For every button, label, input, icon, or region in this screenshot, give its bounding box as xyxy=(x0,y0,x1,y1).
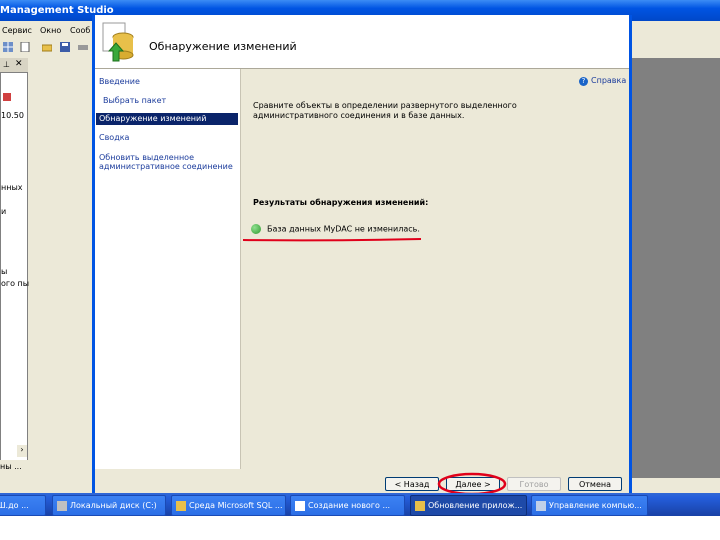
help-label: Справка xyxy=(591,76,627,85)
tree-item[interactable]: нных xyxy=(1,183,23,192)
toolbar-save-icon[interactable] xyxy=(60,42,70,52)
instructions-text: Сравните объекты в определении развернут… xyxy=(253,101,553,121)
nav-item-update-line2[interactable]: административное соединение xyxy=(99,162,233,171)
tree-item[interactable]: ы xyxy=(1,267,7,276)
drive-icon xyxy=(57,500,67,511)
scroll-right-arrow-icon[interactable]: › xyxy=(17,445,27,457)
dialog-button-bar: < Назад Далее > Готово Отмена xyxy=(95,469,629,493)
taskbar: Ш.до ... Локальный диск (C:) Среда Micro… xyxy=(0,493,720,516)
menu-item-service[interactable]: Сервис xyxy=(2,26,32,35)
database-update-icon xyxy=(102,22,134,62)
result-row: База данных МуDAC не изменилась. xyxy=(251,224,420,234)
taskbar-item[interactable]: Создание нового ... xyxy=(290,495,405,516)
server-icon xyxy=(3,93,11,101)
dialog-title: Обнаружение изменений xyxy=(149,40,297,53)
finish-button: Готово xyxy=(507,477,561,491)
menu-item-window[interactable]: Окно xyxy=(40,26,61,35)
sql-studio-icon xyxy=(176,500,186,511)
nav-item-introduction[interactable]: Введение xyxy=(99,77,140,86)
tree-item[interactable]: 10.50 xyxy=(1,111,24,120)
instructions-line: административного соединения и в базе да… xyxy=(253,111,465,120)
close-icon[interactable]: ✕ xyxy=(15,59,23,69)
taskbar-item-label: Ш.до ... xyxy=(0,501,29,510)
instructions-line: Сравните объекты в определении развернут… xyxy=(253,101,517,110)
object-explorer-header: ⊥ ✕ xyxy=(0,58,28,73)
result-message: База данных МуDAC не изменилась. xyxy=(267,224,420,234)
success-check-icon xyxy=(251,224,261,234)
taskbar-item[interactable]: Локальный диск (C:) xyxy=(52,495,166,516)
help-link[interactable]: ? Справка xyxy=(579,76,626,86)
update-wizard-dialog: Обнаружение изменений Введение Выбрать п… xyxy=(92,15,632,493)
object-explorer-tree: 10.50 нных и ы ого пы › xyxy=(0,72,29,462)
pin-icon[interactable]: ⊥ xyxy=(3,60,10,69)
tree-item[interactable]: ого пы xyxy=(1,279,29,288)
dialog-header: Обнаружение изменений xyxy=(95,15,629,69)
help-icon: ? xyxy=(579,77,588,86)
wizard-icon xyxy=(415,500,425,511)
taskbar-item-label: Обновление прилож... xyxy=(428,501,523,510)
menu-item-community[interactable]: Сооб xyxy=(70,26,90,35)
nav-item-select-package[interactable]: Выбрать пакет xyxy=(103,96,166,105)
background-status: ны ... xyxy=(0,460,28,474)
background-workspace xyxy=(632,58,720,478)
document-icon xyxy=(295,500,305,511)
red-underline-annotation xyxy=(243,238,421,242)
tree-item[interactable]: и xyxy=(1,207,6,216)
toolbar-open-folder-icon[interactable] xyxy=(42,42,52,52)
taskbar-item-label: Среда Microsoft SQL ... xyxy=(189,501,283,510)
cancel-button[interactable]: Отмена xyxy=(568,477,622,491)
status-text: ны ... xyxy=(0,462,22,471)
taskbar-item[interactable]: Ш.до ... xyxy=(0,495,46,516)
taskbar-item-label: Управление компью... xyxy=(549,501,642,510)
results-title: Результаты обнаружения изменений: xyxy=(253,198,429,207)
nav-item-summary[interactable]: Сводка xyxy=(99,133,129,142)
taskbar-item[interactable]: Управление компью... xyxy=(531,495,648,516)
taskbar-item[interactable]: Среда Microsoft SQL ... xyxy=(171,495,286,516)
taskbar-item-active[interactable]: Обновление прилож... xyxy=(410,495,527,516)
wizard-navigation: Введение Выбрать пакет Обнаружение измен… xyxy=(95,69,241,469)
nav-item-update-line1[interactable]: Обновить выделенное xyxy=(99,153,194,162)
nav-item-detect-changes[interactable]: Обнаружение изменений xyxy=(96,113,238,125)
taskbar-item-label: Локальный диск (C:) xyxy=(70,501,157,510)
taskbar-item-label: Создание нового ... xyxy=(308,501,391,510)
back-button[interactable]: < Назад xyxy=(385,477,439,491)
toolbar-grid-icon[interactable] xyxy=(3,42,13,52)
computer-management-icon xyxy=(536,500,546,511)
toolbar-new-file-icon[interactable] xyxy=(20,42,30,52)
toolbar-print-icon[interactable] xyxy=(78,42,88,52)
